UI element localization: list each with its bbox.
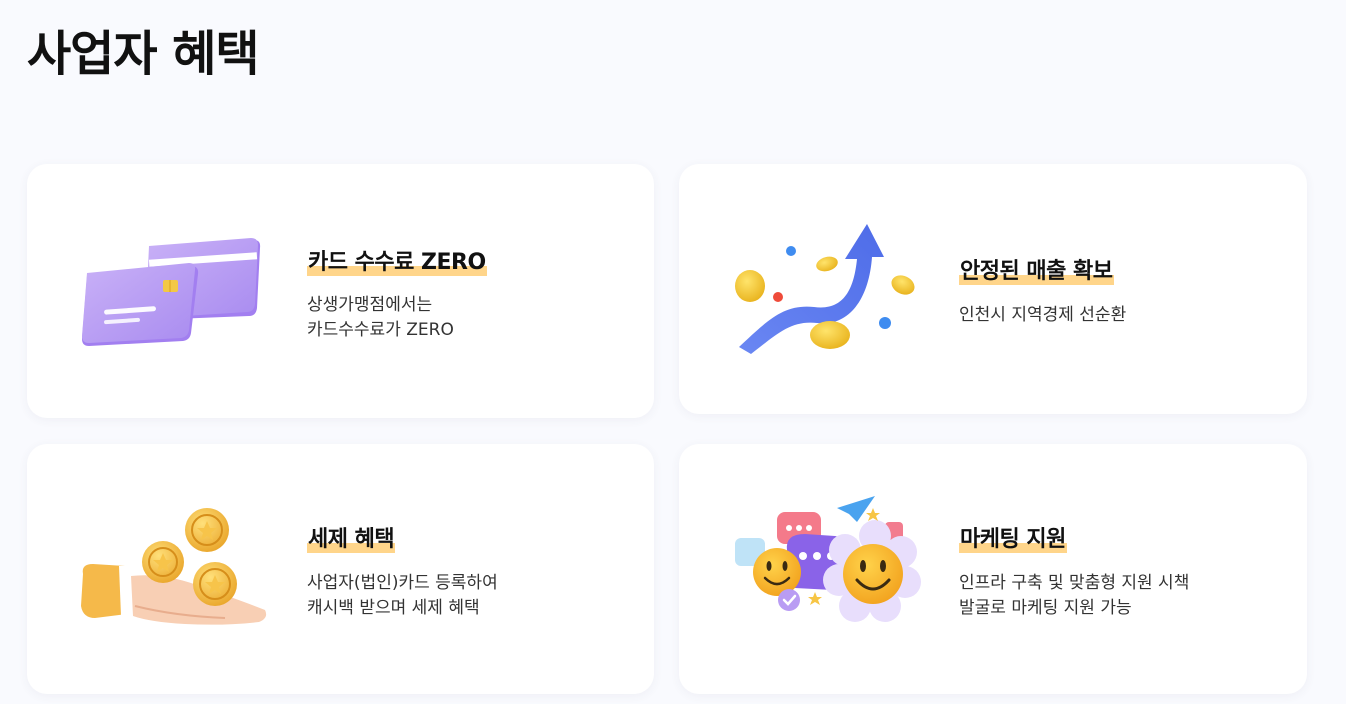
- benefit-card-tax: 세제 혜택 사업자(법인)카드 등록하여 캐시백 받으며 세제 혜택: [27, 444, 654, 694]
- benefit-card-stable-sales: 안정된 매출 확보 인천시 지역경제 선순환: [679, 164, 1307, 414]
- card-description: 인천시 지역경제 선순환: [959, 305, 1127, 325]
- benefit-card-card-fee: 카드 수수료 ZERO 상생가맹점에서는 카드수수료가 ZERO: [27, 164, 654, 418]
- card-description: 상생가맹점에서는 카드수수료가 ZERO: [307, 295, 454, 340]
- card-description: 사업자(법인)카드 등록하여 캐시백 받으며 세제 혜택: [307, 573, 498, 618]
- growth-arrow-coins-icon: [735, 224, 915, 354]
- card-title: 마케팅 지원: [959, 521, 1067, 553]
- card-title: 안정된 매출 확보: [959, 253, 1114, 285]
- card-title: 카드 수수료 ZERO: [307, 244, 487, 276]
- card-title: 세제 혜택: [307, 521, 396, 553]
- page-title: 사업자 혜택: [27, 26, 260, 82]
- smiley-chat-icon: [735, 496, 921, 622]
- benefit-card-marketing: 마케팅 지원 인프라 구축 및 맞춤형 지원 시책 발굴로 마케팅 지원 가능: [679, 444, 1307, 694]
- hand-coins-icon: [81, 508, 267, 625]
- credit-card-icon: [82, 238, 261, 346]
- card-description: 인프라 구축 및 맞춤형 지원 시책 발굴로 마케팅 지원 가능: [959, 573, 1190, 618]
